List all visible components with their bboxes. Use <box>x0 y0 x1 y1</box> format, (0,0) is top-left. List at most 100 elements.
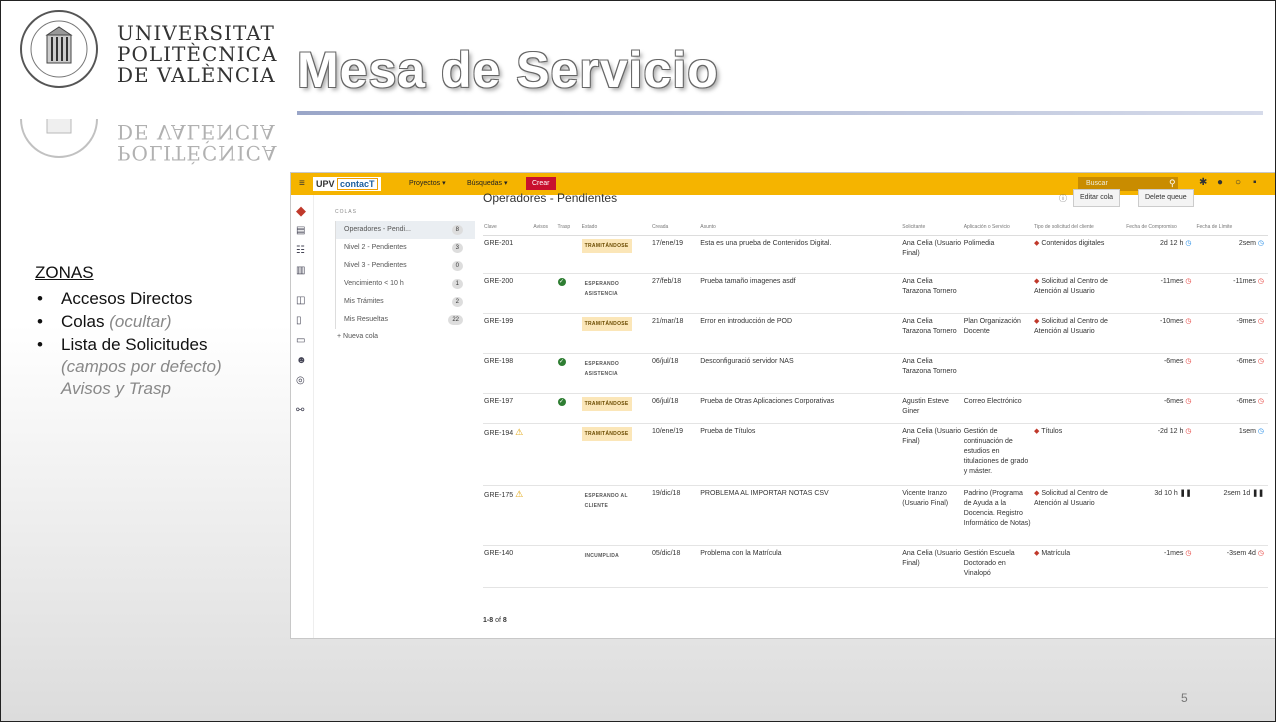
cell-aplicacion: Gestión Escuela Doctorado en Vinalopó <box>962 545 1033 588</box>
col-solicitante[interactable]: Solicitante <box>901 219 963 236</box>
col-avisos[interactable]: Avisos <box>532 219 557 236</box>
nav-busquedas[interactable]: Búsquedas ▾ <box>467 179 508 187</box>
user-avatar-icon[interactable]: ▪ <box>1253 177 1257 188</box>
project-avatar-icon[interactable]: ◆ <box>296 203 306 219</box>
sla-value: -9mes <box>1236 318 1256 325</box>
cell-creada: 21/mar/18 <box>650 313 700 354</box>
queue-name: Nivel 2 - Pendientes <box>344 244 407 251</box>
table-row[interactable]: GRE-194 ⚠ TRAMITÁNDOSE 10/ene/19 Prueba … <box>483 423 1268 486</box>
link-icon[interactable]: ⚯ <box>296 405 304 416</box>
table-row[interactable]: GRE-140 INCUMPLIDA 05/dic/18 Problema co… <box>483 545 1268 588</box>
create-button[interactable]: Crear <box>526 177 556 190</box>
hamburger-menu-icon[interactable]: ≡ <box>299 178 305 189</box>
table-row[interactable]: GRE-175 ⚠ ESPERANDO AL CLIENTE 19/dic/18… <box>483 485 1268 546</box>
col-limite[interactable]: Fecha de Límite <box>1195 219 1268 236</box>
col-compromiso[interactable]: Fecha de Compromiso <box>1125 219 1196 236</box>
col-estado[interactable]: Estado <box>580 219 651 236</box>
queue-item[interactable]: Mis Trámites 2 <box>335 293 475 311</box>
cell-key[interactable]: GRE-198 <box>483 353 533 394</box>
cell-key[interactable]: GRE-199 <box>483 313 533 354</box>
cell-aviso <box>532 235 557 274</box>
cell-asunto[interactable]: Prueba de Otras Aplicaciones Corporativa… <box>699 393 902 424</box>
cell-key[interactable]: GRE-140 <box>483 545 533 588</box>
help-icon[interactable]: ● <box>1217 177 1223 188</box>
zones-item-lista-label: Lista de Solicitudes <box>61 335 208 354</box>
request-type-label: Solicitud al Centro de Atención al Usuar… <box>1033 278 1108 295</box>
seal-reflection-icon <box>20 119 98 158</box>
pagination-total: 8 <box>502 617 507 624</box>
queue-item[interactable]: Nivel 3 - Pendientes 0 <box>335 257 475 275</box>
queue-item[interactable]: Nivel 2 - Pendientes 3 <box>335 239 475 257</box>
cell-key[interactable]: GRE-197 <box>483 393 533 424</box>
clock-icon: ◷ <box>1257 318 1264 325</box>
zones-item-accesos-label: Accesos Directos <box>61 289 193 308</box>
zones-item-colas: Colas (ocultar) <box>35 310 285 333</box>
sla-value: -10mes <box>1160 318 1184 325</box>
cell-tipo <box>1032 393 1126 424</box>
table-row[interactable]: GRE-200 ✓ ESPERANDO ASISTENCIA 27/feb/18… <box>483 273 1268 314</box>
cell-creada: 19/dic/18 <box>650 485 700 546</box>
cell-asunto[interactable]: PROBLEMA AL IMPORTAR NOTAS CSV <box>699 485 902 546</box>
clock-icon: ◷ <box>1257 428 1264 435</box>
queue-item[interactable]: Vencimiento < 10 h 1 <box>335 275 475 293</box>
col-trasp[interactable]: Trasp <box>556 219 581 236</box>
sla-value: -3sem 4d <box>1226 550 1256 557</box>
channels-icon[interactable]: ◫ <box>296 295 305 306</box>
customers-icon[interactable]: ☷ <box>296 245 305 256</box>
reports-icon[interactable]: ▥ <box>296 265 305 276</box>
col-clave[interactable]: Clave <box>483 219 533 236</box>
feedback-icon[interactable]: ✱ <box>1199 177 1207 188</box>
add-people-icon[interactable]: ☻ <box>296 355 307 366</box>
sla-icon[interactable]: ◎ <box>296 375 305 386</box>
cell-asunto[interactable]: Desconfiguració servidor NAS <box>699 353 902 394</box>
pause-icon: ❚❚ <box>1252 490 1264 497</box>
col-tipo[interactable]: Tipo de solicitud del cliente <box>1032 219 1126 236</box>
status-badge: TRAMITÁNDOSE <box>581 317 632 331</box>
cell-asunto[interactable]: Error en introducción de POD <box>699 313 902 354</box>
zones-item-lista: Lista de Solicitudes <box>35 333 285 356</box>
delete-queue-button[interactable]: Delete queue <box>1138 189 1194 207</box>
col-asunto[interactable]: Asunto <box>699 219 902 236</box>
cell-asunto[interactable]: Prueba de Títulos <box>699 423 902 486</box>
brand-name: contacT <box>337 178 378 190</box>
cell-asunto[interactable]: Problema con la Matrícula <box>699 545 902 588</box>
queue-item[interactable]: Mis Resueltas 22 <box>335 311 475 329</box>
university-line-3: DE VALÈNCIA <box>117 63 276 87</box>
status-badge: ESPERANDO ASISTENCIA <box>581 357 650 381</box>
clock-icon: ◷ <box>1185 278 1192 285</box>
info-icon[interactable]: ⓘ <box>1059 193 1067 204</box>
table-row[interactable]: GRE-197 ✓ TRAMITÁNDOSE 06/jul/18 Prueba … <box>483 393 1268 424</box>
cell-key[interactable]: GRE-201 <box>483 235 533 274</box>
settings-icon[interactable]: ○ <box>1235 177 1241 188</box>
cell-creada: 05/dic/18 <box>650 545 700 588</box>
cell-aviso <box>532 353 557 394</box>
queue-item[interactable]: Operadores - Pendi... 8 <box>335 221 475 239</box>
check-circle-icon: ✓ <box>557 278 566 286</box>
feedback-channel-icon[interactable]: ▭ <box>296 335 305 346</box>
cell-key[interactable]: GRE-194 ⚠ <box>483 423 533 486</box>
col-creada[interactable]: Creada <box>650 219 700 236</box>
cell-solicitante: Ana Celia Tarazona Tornero <box>901 273 963 314</box>
cell-limite: -9mes ◷ <box>1195 313 1268 354</box>
table-row[interactable]: GRE-198 ✓ ESPERANDO ASISTENCIA 06/jul/18… <box>483 353 1268 394</box>
new-queue-link[interactable]: + Nueva cola <box>335 333 475 340</box>
brand-logo[interactable]: UPV contacT <box>313 177 381 191</box>
cell-asunto[interactable]: Prueba tamaño imagenes asdf <box>699 273 902 314</box>
cell-limite: -3sem 4d ◷ <box>1195 545 1268 588</box>
table-row[interactable]: GRE-201 TRAMITÁNDOSE 17/ene/19 Esta es u… <box>483 235 1268 274</box>
knowledge-base-icon[interactable]: ▯ <box>296 315 302 326</box>
cell-key[interactable]: GRE-175 ⚠ <box>483 485 533 546</box>
table-row[interactable]: GRE-199 TRAMITÁNDOSE 21/mar/18 Error en … <box>483 313 1268 354</box>
cell-key[interactable]: GRE-200 <box>483 273 533 314</box>
check-circle-icon: ✓ <box>557 358 566 366</box>
cell-estado: TRAMITÁNDOSE <box>580 235 651 274</box>
col-aplicacion[interactable]: Aplicación o Servicio <box>962 219 1033 236</box>
search-icon[interactable]: ⚲ <box>1169 178 1176 189</box>
queue-count: 3 <box>451 243 463 253</box>
cell-aplicacion: Plan Organización Docente <box>962 313 1033 354</box>
nav-proyectos[interactable]: Proyectos ▾ <box>409 179 446 187</box>
cell-asunto[interactable]: Esta es una prueba de Contenidos Digital… <box>699 235 902 274</box>
cell-trasp <box>556 235 581 274</box>
edit-queue-button[interactable]: Editar cola <box>1073 189 1121 207</box>
queues-icon[interactable]: ▤ <box>296 225 305 236</box>
